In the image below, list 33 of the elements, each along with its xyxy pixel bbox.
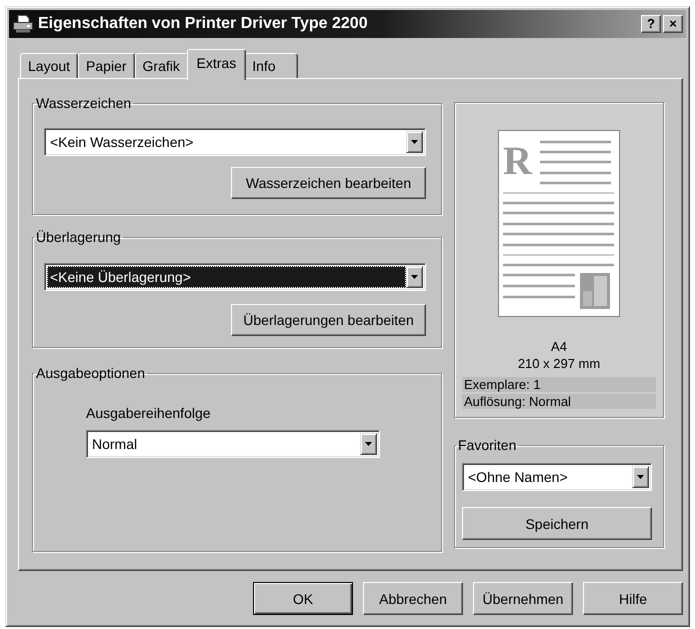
sample-letter: R [503, 138, 532, 183]
dialog-button[interactable]: Abbrechen [363, 582, 463, 615]
dialog-button[interactable]: OK [253, 582, 353, 615]
picture-icon [580, 273, 610, 309]
paper-size-label: A4 [551, 338, 567, 355]
tab[interactable]: Extras [186, 49, 246, 80]
edit-watermark-button[interactable]: Wasserzeichen bearbeiten [231, 167, 426, 199]
tab[interactable]: Info [244, 53, 298, 78]
field-label: Ausgabereihenfolge [86, 405, 211, 422]
dialog-button[interactable]: Hilfe [583, 582, 683, 615]
save-button[interactable]: Speichern [462, 507, 652, 540]
group-title: Ausgabeoptionen [35, 365, 146, 381]
close-button[interactable]: × [663, 15, 683, 33]
dropdown[interactable]: <Ohne Namen> [462, 463, 652, 491]
dialog-button[interactable]: Übernehmen [473, 582, 573, 615]
dropdown[interactable]: <Kein Wasserzeichen> [44, 128, 426, 156]
dropdown[interactable]: <Keine Überlagerung> [44, 263, 426, 291]
edit-overlay-button[interactable]: Überlagerungen bearbeiten [231, 304, 426, 336]
paper-dimensions-label: 210 x 297 mm [518, 355, 600, 372]
info-row: Exemplare: 1 [462, 377, 656, 392]
printer-icon [13, 15, 33, 33]
tab[interactable]: Layout [20, 53, 78, 78]
group-title: Überlagerung [35, 229, 122, 245]
group-title: Favoriten [457, 437, 518, 453]
tab[interactable]: Grafik [134, 53, 189, 78]
dropdown[interactable]: Normal [86, 430, 380, 458]
window-title: Eigenschaften von Printer Driver Type 2200 [38, 15, 369, 33]
tab[interactable]: Papier [78, 53, 135, 78]
group-title: Wasserzeichen [35, 95, 132, 111]
text-lines-drawing [503, 274, 575, 298]
info-row: Auflösung: Normal [462, 394, 656, 409]
help-button[interactable]: ? [641, 15, 661, 33]
text-lines-drawing [540, 140, 611, 184]
